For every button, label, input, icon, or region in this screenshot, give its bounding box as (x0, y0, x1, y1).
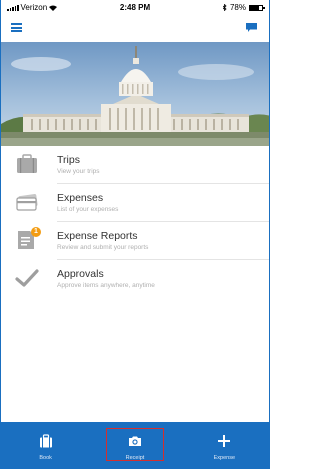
tab-book[interactable]: Book (1, 422, 90, 469)
menu-item-trips[interactable]: Trips View your trips (1, 146, 269, 184)
tab-receipt-label: Receipt (125, 455, 145, 461)
camera-icon (128, 436, 141, 446)
chat-bubble-icon[interactable] (246, 23, 257, 32)
hamburger-icon[interactable] (11, 23, 22, 32)
checkmark-icon (15, 269, 39, 287)
tab-receipt[interactable]: Receipt (90, 422, 179, 469)
app-window: Verizon 2:48 PM 78% Trips View your trip… (0, 0, 270, 469)
expenses-subtitle: List of your expenses (57, 206, 119, 213)
notification-badge: 1 (31, 227, 41, 237)
bottom-tab-bar: Book Receipt Expense (1, 422, 269, 469)
tab-book-label: Book (39, 455, 52, 461)
trips-subtitle: View your trips (57, 168, 100, 175)
expense-reports-subtitle: Review and submit your reports (57, 244, 149, 251)
approvals-subtitle: Approve items anywhere, anytime (57, 282, 155, 289)
battery-icon (249, 4, 265, 11)
approvals-title: Approvals (57, 268, 104, 280)
battery-percent: 78% (229, 3, 246, 12)
battery-group: 78% (222, 3, 265, 12)
battery-fill (250, 5, 260, 10)
tab-expense[interactable]: Expense (180, 422, 269, 469)
expenses-title: Expenses (57, 192, 104, 204)
tab-expense-label: Expense (213, 455, 236, 461)
menu-list: Trips View your trips Expenses List of y… (1, 146, 269, 298)
trips-title: Trips (57, 154, 80, 166)
briefcase-icon (17, 154, 37, 173)
status-bar: Verizon 2:48 PM 78% (1, 0, 269, 16)
credit-card-icon (16, 193, 38, 211)
plus-icon (218, 435, 231, 447)
menu-item-expenses[interactable]: Expenses List of your expenses (1, 184, 269, 222)
menu-item-expense-reports[interactable]: 1 Expense Reports Review and submit your… (1, 222, 269, 260)
bluetooth-icon (222, 4, 227, 11)
capitol-illustration (1, 42, 269, 146)
top-bar (1, 16, 269, 40)
menu-item-approvals[interactable]: Approvals Approve items anywhere, anytim… (1, 260, 269, 298)
suitcase-icon (39, 434, 52, 448)
hero-image-capitol (1, 42, 269, 146)
expense-reports-title: Expense Reports (57, 230, 138, 242)
